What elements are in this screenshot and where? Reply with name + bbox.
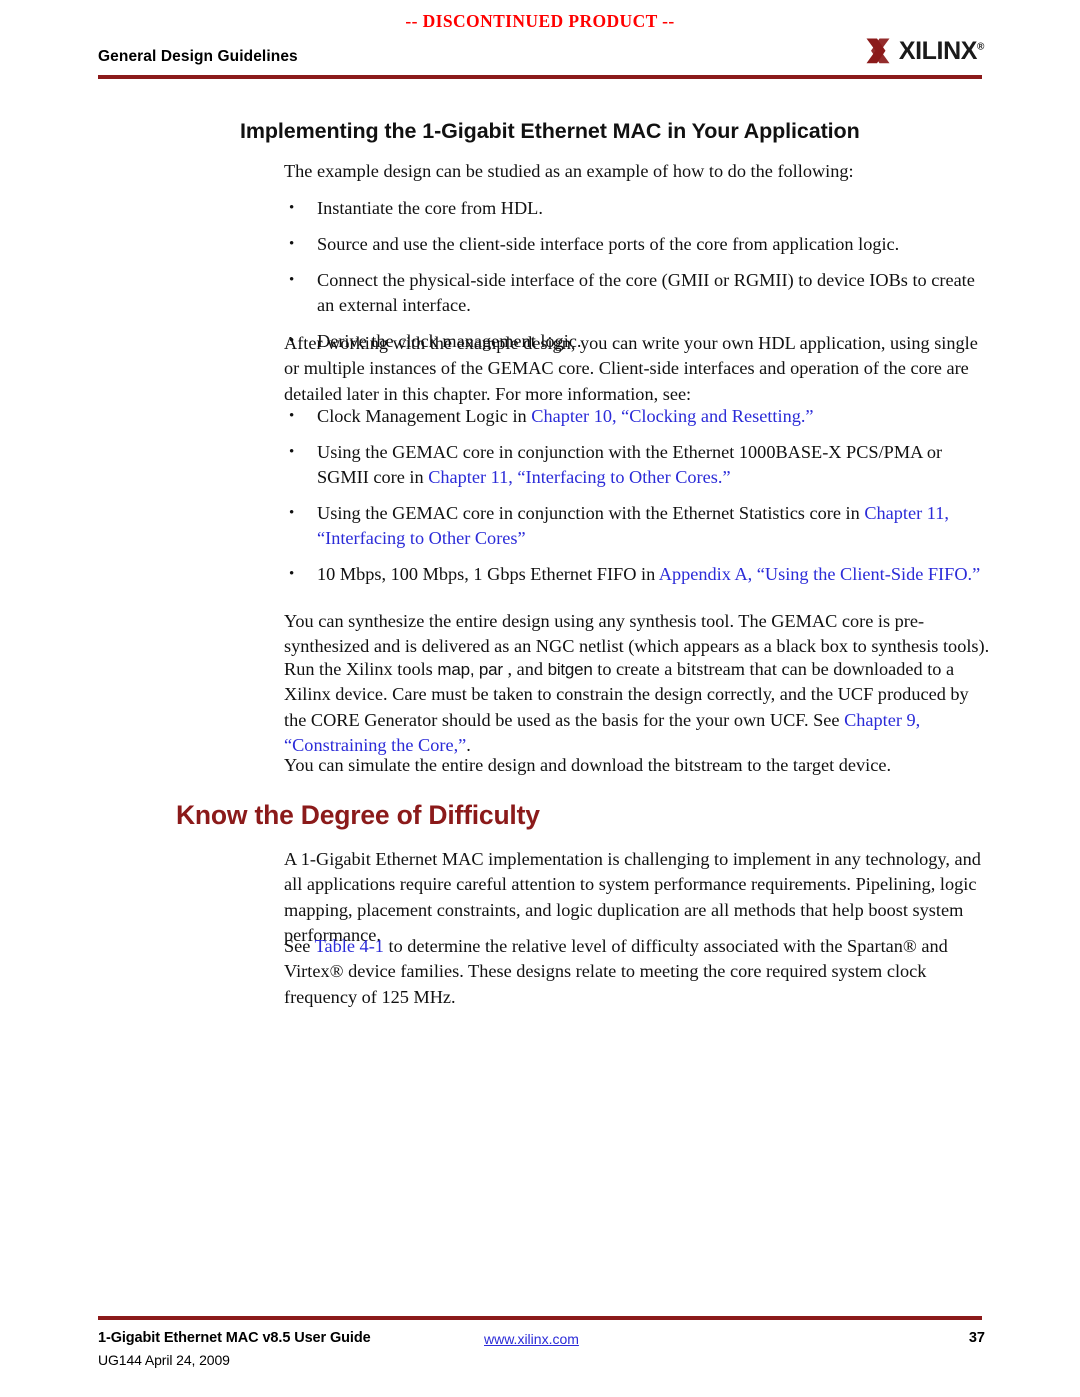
discontinued-product-watermark: -- DISCONTINUED PRODUCT -- [405, 11, 675, 31]
list-item-text: 10 Mbps, 100 Mbps, 1 Gbps Ethernet FIFO … [317, 563, 659, 584]
difficulty-paragraph-1: A 1-Gigabit Ethernet MAC implementation … [284, 849, 981, 945]
synthesize-paragraph: You can synthesize the entire design usi… [284, 611, 990, 657]
bullet-icon: • [289, 200, 295, 216]
run-tools-text-2: , and [502, 659, 548, 679]
bullet-icon: • [289, 408, 295, 424]
xilinx-x-mark-icon [864, 37, 894, 65]
footer-document-id: UG144 April 24, 2009 [98, 1352, 230, 1368]
list-item: • Instantiate the core from HDL. [284, 196, 994, 221]
xilinx-logo: XILINX® [864, 37, 984, 65]
footer-document-title: 1-Gigabit Ethernet MAC v8.5 User Guide [98, 1330, 371, 1346]
tool-name-map-par: map, par [437, 660, 503, 679]
header-rule [98, 75, 982, 79]
page-title: Know the Degree of Difficulty [176, 800, 540, 830]
bullet-icon: • [289, 271, 295, 288]
after-bullets-paragraph: After working with the example design, y… [284, 333, 978, 404]
list-item-label: Instantiate the core from HDL. [317, 198, 543, 218]
xref-link-table-4-1[interactable]: Table 4-1 [315, 936, 384, 956]
list-item: • Clock Management Logic in Chapter 10, … [284, 404, 994, 429]
registered-trademark-symbol: ® [977, 41, 984, 53]
cross-reference-list: • Clock Management Logic in Chapter 10, … [284, 404, 994, 587]
difficulty-text-2: to determine the relative level of diffi… [284, 936, 948, 1007]
list-item: • Connect the physical-side interface of … [284, 268, 994, 319]
list-item: • 10 Mbps, 100 Mbps, 1 Gbps Ethernet FIF… [284, 562, 994, 587]
xilinx-logo-text: XILINX [898, 36, 978, 65]
bullet-icon: • [289, 504, 295, 521]
bullet-icon: • [289, 443, 295, 460]
run-tools-text-1: Run the Xilinx tools [284, 659, 438, 679]
list-item-text: Using the GEMAC core in conjunction with… [317, 502, 865, 523]
list-item: • Using the GEMAC core in conjunction wi… [284, 501, 994, 552]
footer-rule [98, 1316, 982, 1320]
bullet-icon: • [289, 235, 295, 252]
running-header-title: General Design Guidelines [98, 48, 298, 65]
run-tools-paragraph: Run the Xilinx tools map, par , and bitg… [284, 657, 990, 758]
footer-website-link[interactable]: www.xilinx.com [484, 1331, 579, 1347]
xref-link-chapter-10[interactable]: Chapter 10, “Clocking and Resetting.” [531, 406, 813, 426]
bullet-icon: • [289, 565, 295, 582]
xilinx-logo-wordmark: XILINX® [898, 36, 985, 65]
xref-link-chapter-11-pcs-pma[interactable]: Chapter 11, “Interfacing to Other Cores.… [428, 467, 730, 487]
section-heading: Implementing the 1-Gigabit Ethernet MAC … [240, 119, 860, 143]
list-item: • Source and use the client-side interfac… [284, 232, 994, 257]
xref-link-appendix-a[interactable]: Appendix A, “Using the Client-Side FIFO.… [659, 564, 980, 584]
list-item: • Using the GEMAC core in conjunction wi… [284, 440, 994, 491]
intro-paragraph: The example design can be studied as an … [284, 161, 854, 181]
list-item-label: Source and use the client-side interface… [317, 233, 900, 254]
simulate-paragraph: You can simulate the entire design and d… [284, 755, 892, 775]
tool-name-bitgen: bitgen [547, 660, 593, 679]
difficulty-text-1: See [284, 936, 315, 956]
list-item-label: Connect the physical-side interface of t… [317, 269, 975, 315]
list-item-text: Clock Management Logic in [317, 406, 532, 426]
footer-page-number: 37 [968, 1330, 985, 1346]
run-tools-text-4: . [466, 734, 471, 755]
difficulty-paragraph-2: See Table 4-1 to determine the relative … [284, 934, 990, 1010]
